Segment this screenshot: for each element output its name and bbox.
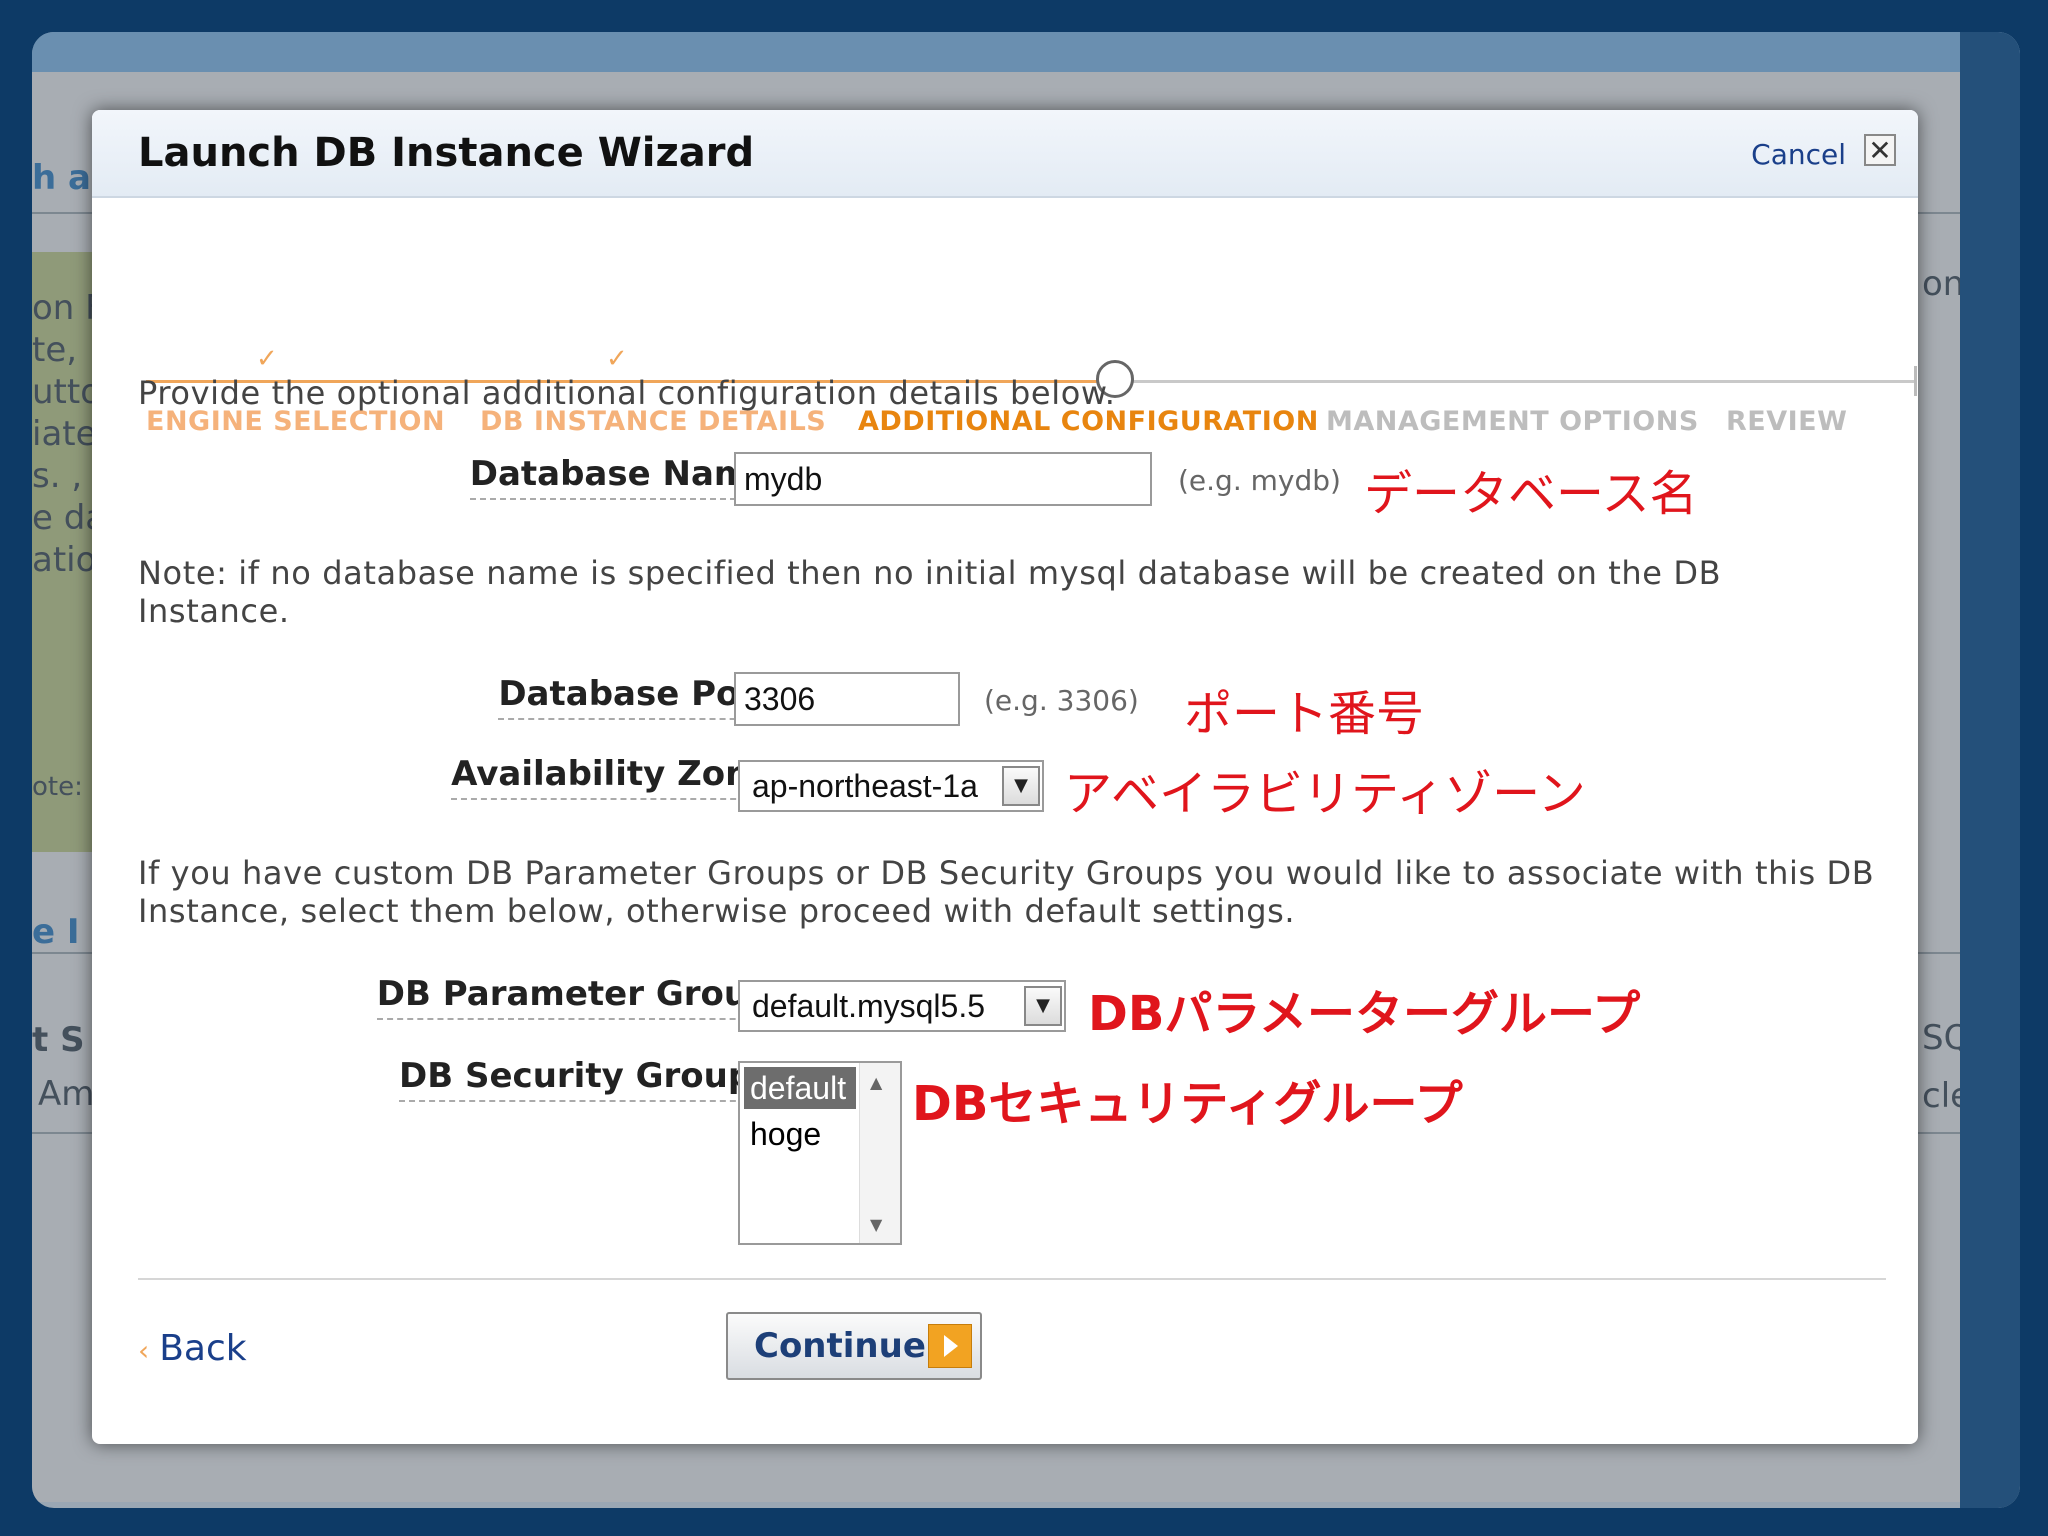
bg-text: t S bbox=[32, 1020, 85, 1060]
dropdown-arrow-icon[interactable]: ▼ bbox=[1024, 986, 1062, 1026]
bg-text: Am bbox=[38, 1074, 95, 1114]
launch-db-wizard-dialog: Launch DB Instance Wizard Cancel ✕ ✓ ✓ E… bbox=[92, 110, 1918, 1444]
database-name-hint: (e.g. mydb) bbox=[1178, 464, 1341, 497]
database-name-note: Note: if no database name is specified t… bbox=[138, 554, 1722, 630]
footer-divider bbox=[138, 1278, 1886, 1280]
listbox-scrollbar[interactable]: ▲ ▼ bbox=[859, 1063, 900, 1243]
arrow-right-icon bbox=[928, 1324, 972, 1368]
database-name-input[interactable] bbox=[734, 452, 1152, 506]
availability-zone-annotation: アベイラビリティゾーン bbox=[1064, 766, 1586, 822]
cancel-link[interactable]: Cancel bbox=[1751, 138, 1846, 171]
database-name-annotation: データベース名 bbox=[1364, 466, 1698, 522]
bg-text: atio bbox=[32, 540, 97, 580]
step-management-options: MANAGEMENT OPTIONS bbox=[1326, 406, 1699, 437]
parameter-group-value: default.mysql5.5 bbox=[752, 988, 986, 1024]
database-port-input[interactable] bbox=[734, 672, 960, 726]
parameter-group-annotation: DBパラメーターグループ bbox=[1088, 986, 1641, 1042]
dialog-header: Launch DB Instance Wizard Cancel ✕ bbox=[92, 110, 1918, 198]
step-check-icon: ✓ bbox=[256, 344, 278, 374]
database-port-annotation: ポート番号 bbox=[1184, 686, 1425, 742]
parameter-group-select[interactable]: default.mysql5.5 ▼ bbox=[738, 980, 1066, 1032]
bg-text: s. , bbox=[32, 456, 83, 496]
groups-intro-text: If you have custom DB Parameter Groups o… bbox=[138, 854, 1875, 930]
step-review: REVIEW bbox=[1726, 406, 1848, 437]
database-port-hint: (e.g. 3306) bbox=[984, 684, 1139, 717]
progress-track-end bbox=[1914, 366, 1917, 396]
console-top-bar bbox=[32, 32, 2020, 72]
bg-text: e I bbox=[32, 912, 80, 952]
bg-text: iate bbox=[32, 414, 97, 454]
security-group-option-hoge[interactable]: hoge bbox=[744, 1113, 856, 1155]
security-groups-label: DB Security Groups: bbox=[399, 1056, 786, 1102]
bg-text: utto bbox=[32, 372, 102, 412]
close-icon[interactable]: ✕ bbox=[1864, 134, 1896, 166]
scroll-down-icon[interactable]: ▼ bbox=[870, 1215, 882, 1234]
parameter-group-label: DB Parameter Group: bbox=[376, 974, 786, 1020]
dialog-title: Launch DB Instance Wizard bbox=[138, 130, 755, 176]
continue-button[interactable]: Continue bbox=[726, 1312, 982, 1380]
step-check-icon: ✓ bbox=[606, 344, 628, 374]
availability-zone-label: Availability Zone: bbox=[451, 754, 786, 800]
security-groups-listbox[interactable]: default hoge ▲ ▼ bbox=[738, 1061, 902, 1245]
back-link[interactable]: ‹ Back bbox=[138, 1328, 247, 1369]
security-group-option-default[interactable]: default bbox=[744, 1067, 856, 1109]
scroll-up-icon[interactable]: ▲ bbox=[870, 1073, 882, 1092]
intro-text: Provide the optional additional configur… bbox=[138, 374, 1116, 412]
console-right-edge bbox=[1960, 32, 2020, 1508]
bg-text: h a bbox=[32, 158, 91, 198]
chevron-left-icon: ‹ bbox=[138, 1334, 150, 1367]
availability-zone-select[interactable]: ap-northeast-1a ▼ bbox=[738, 760, 1044, 812]
dropdown-arrow-icon[interactable]: ▼ bbox=[1002, 766, 1040, 806]
bg-text: ote: bbox=[32, 772, 83, 802]
continue-label: Continue bbox=[754, 1326, 926, 1366]
bg-text: te, bbox=[32, 330, 78, 370]
back-label: Back bbox=[159, 1328, 247, 1369]
security-groups-annotation: DBセキュリティグループ bbox=[912, 1076, 1463, 1132]
availability-zone-value: ap-northeast-1a bbox=[752, 768, 978, 804]
bg-text: on bbox=[1922, 264, 1965, 304]
progress-track-remaining bbox=[1106, 380, 1916, 383]
